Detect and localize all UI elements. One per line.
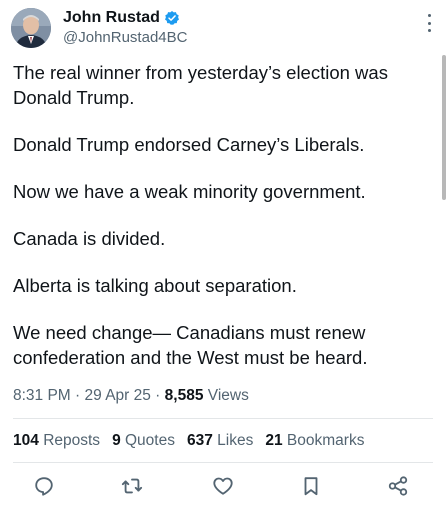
likes-count: 637 <box>186 432 213 449</box>
post-line: Donald Trump endorsed Carney’s Liberals. <box>13 134 365 155</box>
bookmarks-count: 21 <box>265 432 283 449</box>
reposts-count: 104 <box>13 432 39 449</box>
quotes-stat[interactable]: 9 Quotes <box>112 432 175 450</box>
post-line: Alberta is talking about separation. <box>13 275 297 296</box>
post-paragraph: We need change— Canadians must renew con… <box>13 320 433 370</box>
post-line: We need change— Canadians must renew <box>13 322 366 343</box>
author-name-row: John Rustad <box>63 8 180 28</box>
reposts-label: Reposts <box>43 432 101 449</box>
avatar[interactable] <box>11 8 51 48</box>
post-paragraph: Canada is divided. <box>13 226 433 251</box>
post-paragraph: Alberta is talking about separation. <box>13 273 433 298</box>
post-paragraph: Donald Trump endorsed Carney’s Liberals. <box>13 132 433 157</box>
post-header: John Rustad @JohnRustad4BC <box>0 0 446 56</box>
quotes-label: Quotes <box>125 432 175 449</box>
bookmark-icon[interactable] <box>299 474 323 498</box>
post-text: The real winner from yesterday’s electio… <box>13 60 433 370</box>
post-line: Now we have a weak minority government. <box>13 181 366 202</box>
share-icon[interactable] <box>386 474 410 498</box>
action-bar <box>0 474 446 502</box>
bookmarks-stat[interactable]: 21 Bookmarks <box>265 432 364 450</box>
post-time[interactable]: 8:31 PM <box>13 387 71 404</box>
author-handle[interactable]: @JohnRustad4BC <box>63 29 187 46</box>
author-name[interactable]: John Rustad <box>63 9 160 27</box>
views-count: 8,585 <box>164 387 204 404</box>
verified-badge-icon <box>164 10 180 26</box>
reply-icon[interactable] <box>32 474 56 498</box>
repost-icon[interactable] <box>120 474 144 498</box>
engagement-stats: 104 Reposts 9 Quotes 637 Likes 21 Bookma… <box>13 432 376 450</box>
post-meta: 8:31 PM · 29 Apr 25 · 8,585 Views <box>13 387 249 405</box>
scrollbar[interactable] <box>442 55 446 200</box>
post-date[interactable]: 29 Apr 25 <box>85 387 151 404</box>
post-paragraph: The real winner from yesterday’s electio… <box>13 60 433 110</box>
meta-separator: · <box>70 387 85 404</box>
post-line: Donald Trump. <box>13 87 135 108</box>
divider <box>13 462 433 463</box>
meta-separator: · <box>150 387 165 404</box>
like-icon[interactable] <box>211 474 235 498</box>
post-paragraph: Now we have a weak minority government. <box>13 179 433 204</box>
views-label: Views <box>207 387 249 404</box>
likes-stat[interactable]: 637 Likes <box>187 432 253 450</box>
post-line: Canada is divided. <box>13 228 166 249</box>
more-options-icon[interactable] <box>426 14 432 32</box>
divider <box>13 418 433 419</box>
likes-label: Likes <box>217 432 254 449</box>
post-line: The real winner from yesterday’s electio… <box>13 62 388 83</box>
bookmarks-label: Bookmarks <box>286 432 365 449</box>
post-line: confederation and the West must be heard… <box>13 347 368 368</box>
quotes-count: 9 <box>112 432 121 449</box>
reposts-stat[interactable]: 104 Reposts <box>13 432 100 450</box>
